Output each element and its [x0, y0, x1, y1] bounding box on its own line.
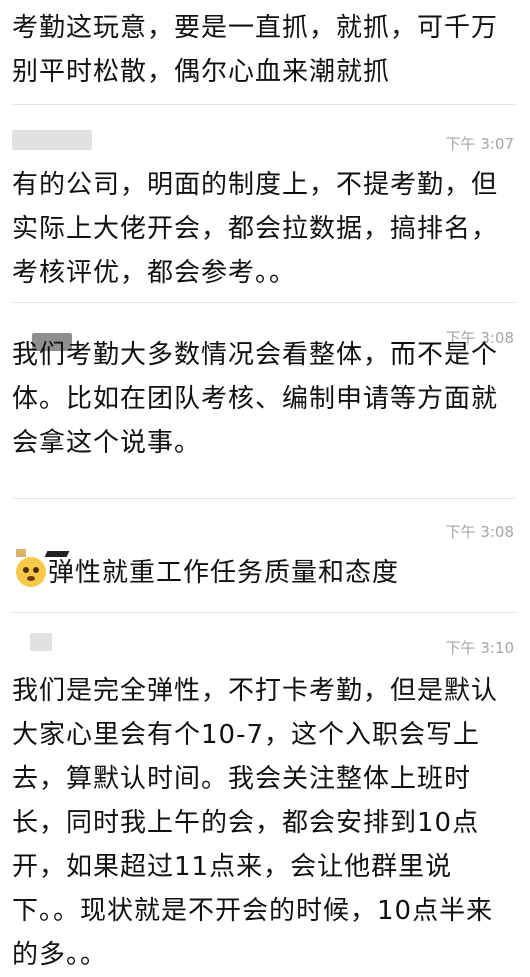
message-item: 下午 3:07 有的公司，明面的制度上，不提考勤，但实际上大佬开会，都会拉数据，… [0, 105, 530, 302]
chat-thread: 考勤这玩意，要是一直抓，就抓，可千万别平时松散，偶尔心血来潮就抓 下午 3:07… [0, 0, 530, 970]
message-text: 考勤这玩意，要是一直抓，就抓，可千万别平时松散，偶尔心血来潮就抓 [12, 13, 499, 87]
message-item: 下午 3:08 我们考勤大多数情况会看整体，而不是个体。比如在团队考核、编制申请… [0, 303, 530, 498]
message-item: 下午 3:10 我们是完全弹性，不打卡考勤，但是默认大家心里会有个10-7，这个… [0, 613, 530, 970]
nerd-face-icon [16, 557, 46, 587]
eye-icon [23, 567, 29, 573]
message-item: 考勤这玩意，要是一直抓，就抓，可千万别平时松散，偶尔心血来潮就抓 [0, 0, 530, 105]
message-text: 我们考勤大多数情况会看整体，而不是个体。比如在团队考核、编制申请等方面就会拿这个… [12, 340, 499, 458]
mouth-icon [27, 576, 35, 581]
avatar[interactable] [30, 633, 52, 651]
message-timestamp: 下午 3:08 [445, 523, 514, 541]
message-text: 我们是完全弹性，不打卡考勤，但是默认大家心里会有个10-7，这个入职会写上去，算… [12, 676, 499, 970]
message-text: 有的公司，明面的制度上，不提考勤，但实际上大佬开会，都会拉数据，搞排名，考核评优… [12, 170, 499, 288]
avatar[interactable] [12, 130, 92, 150]
message-timestamp: 下午 3:07 [445, 135, 514, 153]
eye-icon [33, 567, 39, 573]
message-item: 下午 3:08 弹性就重工作任务质量和态度 [0, 499, 530, 612]
message-text: 弹性就重工作任务质量和态度 [48, 558, 400, 588]
message-timestamp: 下午 3:10 [445, 639, 514, 657]
avatar[interactable] [16, 549, 26, 557]
